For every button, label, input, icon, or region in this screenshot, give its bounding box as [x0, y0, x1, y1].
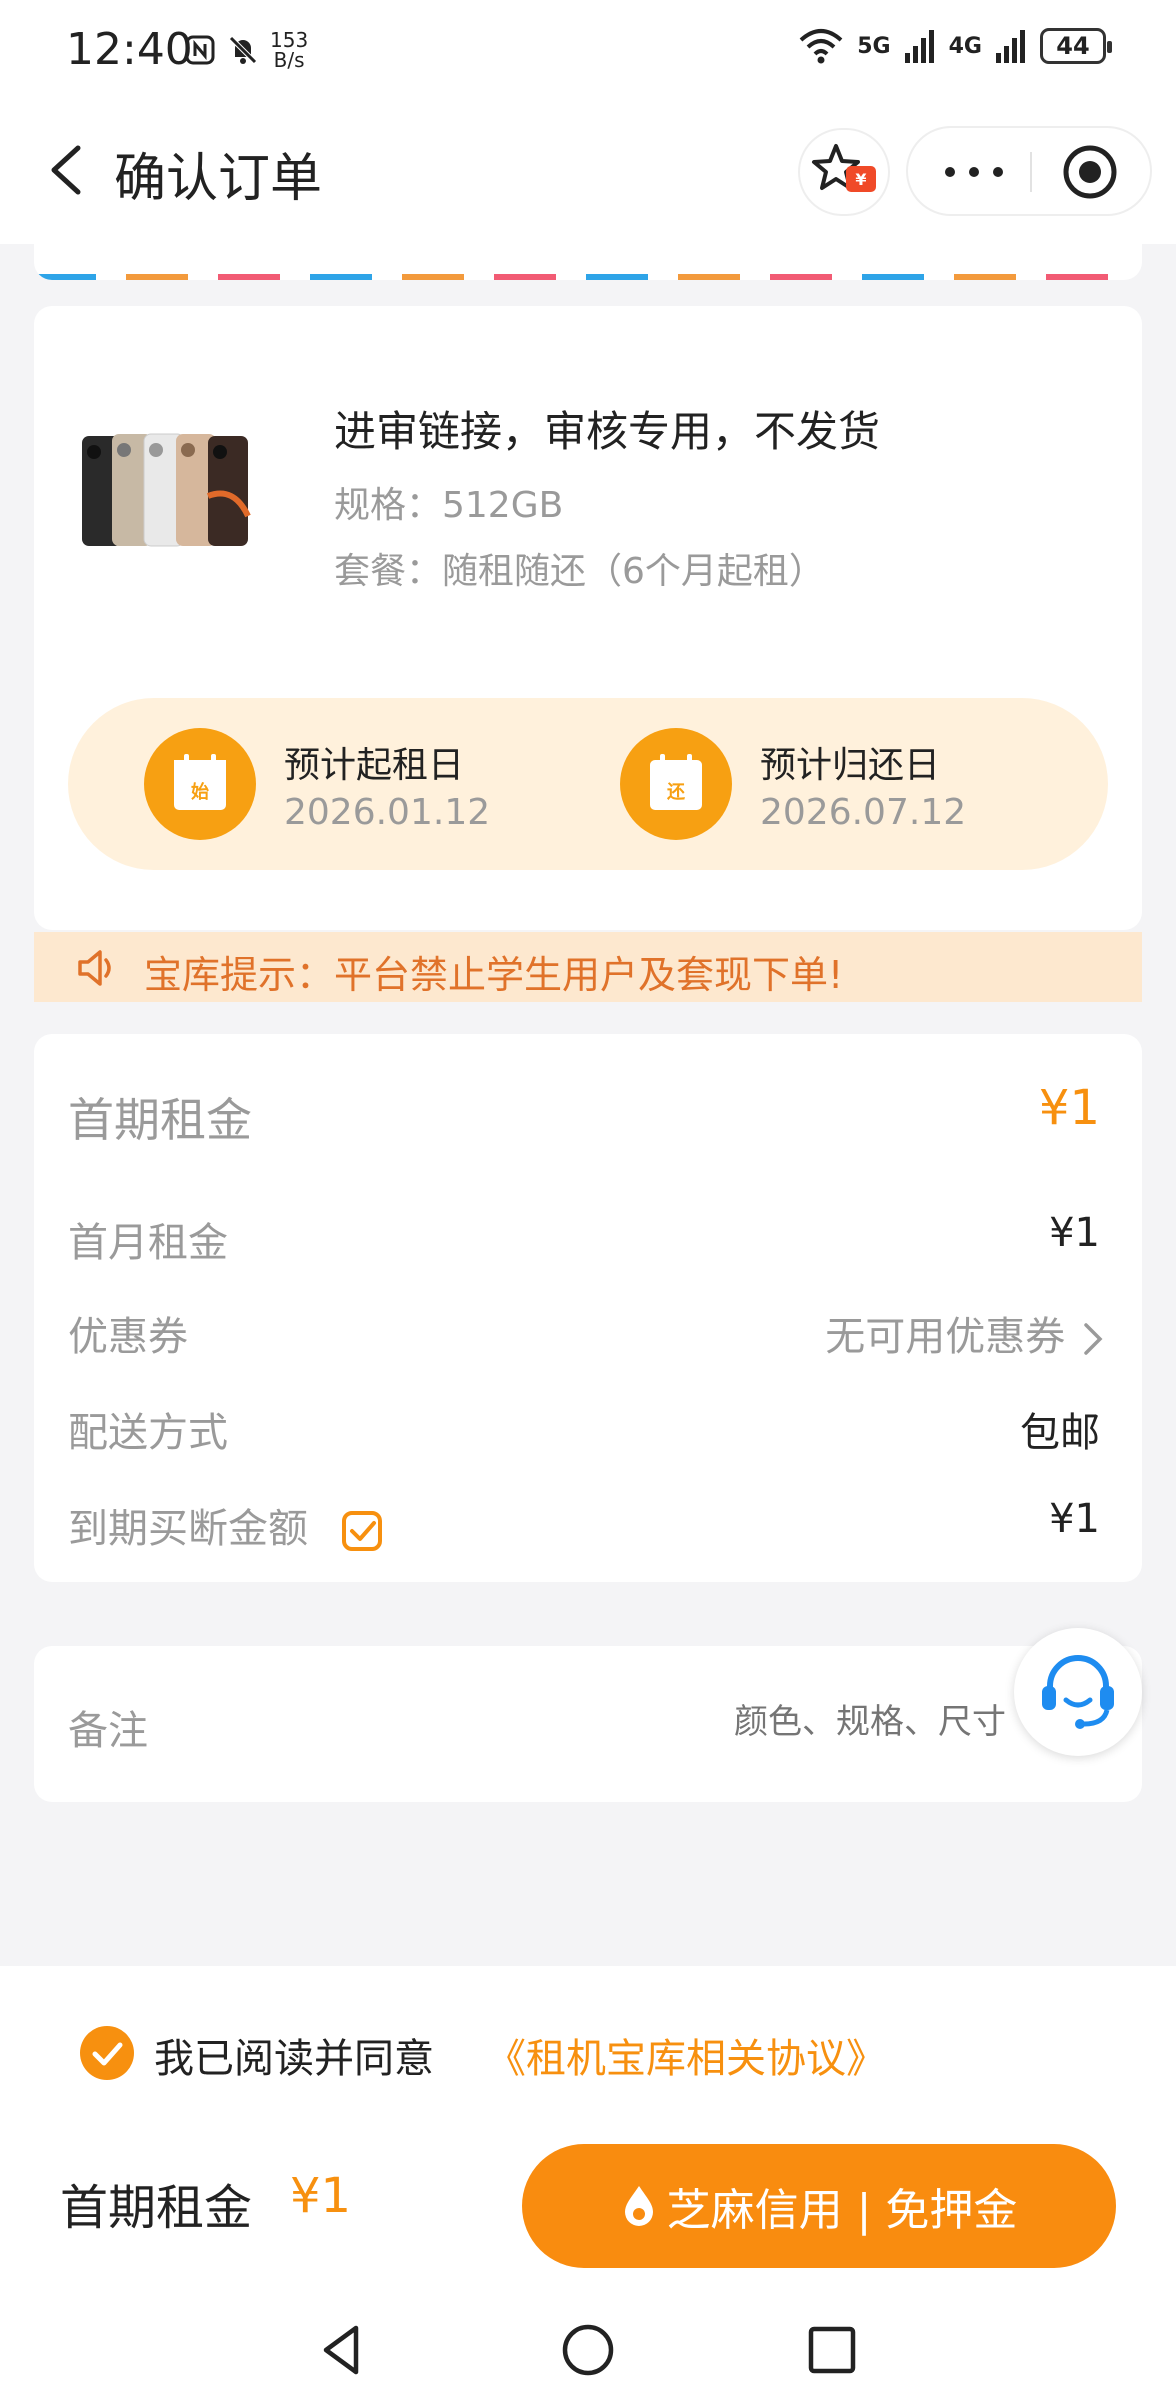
network-type-1: 5G [857, 33, 891, 59]
battery-level: 44 [1056, 32, 1090, 60]
calendar-start-icon: 始 [144, 728, 256, 840]
start-date-label: 预计起租日 [284, 745, 465, 786]
svg-text:还: 还 [666, 782, 686, 803]
zhima-flame-icon [624, 2186, 653, 2226]
end-date-value: 2026.07.12 [760, 792, 967, 833]
battery-icon: 44 [1040, 28, 1112, 64]
nfc-icon [185, 35, 215, 65]
agreement-link[interactable]: 《租机宝库相关协议》 [486, 2026, 886, 2084]
network-type-2: 4G [948, 33, 982, 59]
first-period-rent-label: 首期租金 [68, 1093, 252, 1147]
status-bar: 12:40 153 B/s 5G 4G 44 [0, 0, 1176, 100]
back-arrow-icon[interactable] [40, 140, 100, 200]
page-title: 确认订单 [114, 149, 323, 209]
coupon-value: 无可用优惠券 [825, 1304, 1108, 1362]
zhima-credit-submit-button[interactable]: 芝麻信用 | 免押金 [522, 2144, 1116, 2268]
status-right-icons: 5G 4G 44 [799, 28, 1112, 64]
buyout-label: 到期买断金额 [68, 1506, 308, 1552]
mute-bell-icon [229, 36, 257, 64]
agreement-text: 我已阅读并同意 [154, 2036, 434, 2082]
product-spec: 规格：512GB [334, 485, 564, 526]
system-back-icon[interactable] [312, 2320, 372, 2380]
capsule-divider [1030, 152, 1032, 192]
notice-text: 宝库提示：平台禁止学生用户及套现下单! [144, 953, 844, 997]
system-recents-icon[interactable] [802, 2320, 862, 2380]
checkbox-checked-icon[interactable] [341, 1510, 383, 1552]
address-card-bottom [34, 244, 1142, 280]
buyout-value: ¥1 [1049, 1496, 1100, 1542]
first-month-rent-row: 首月租金 ¥1 [68, 1210, 1108, 1270]
first-month-rent-label: 首月租金 [68, 1220, 228, 1266]
delivery-row: 配送方式 包邮 [68, 1400, 1108, 1460]
signal-icon-1 [904, 30, 934, 63]
end-date-block: 还 预计归还日 2026.07.12 [620, 728, 1020, 840]
nav-bar: 确认订单 ¥ [0, 100, 1176, 244]
calendar-return-icon: 还 [620, 728, 732, 840]
miniapp-capsule [906, 126, 1152, 216]
end-date-label: 预计归还日 [760, 745, 941, 786]
remark-card: 备注 [34, 1646, 1142, 1802]
svg-text:始: 始 [191, 781, 209, 803]
status-time: 12:40 [66, 24, 193, 75]
fav-badge-text: ¥ [855, 170, 866, 189]
wifi-icon [799, 29, 843, 64]
coupon-row[interactable]: 优惠券 无可用优惠券 [68, 1304, 1108, 1364]
submit-button-label: 芝麻信用 | 免押金 [666, 2185, 1018, 2236]
headset-icon [1042, 1655, 1114, 1729]
more-dots-icon[interactable] [934, 152, 1014, 192]
system-home-icon[interactable] [558, 2320, 618, 2380]
rental-dates: 始 预计起租日 2026.01.12 还 预计归还日 2026.07.12 [68, 698, 1108, 870]
product-title: 进审链接，审核专用，不发货 [334, 407, 881, 456]
price-details-card: 首期租金 ¥1 首月租金 ¥1 优惠券 无可用优惠券 配送方式 包邮 到期买断金… [34, 1034, 1142, 1582]
signal-icon-2 [996, 30, 1025, 63]
network-speed: 153 B/s [270, 28, 309, 72]
start-date-value: 2026.01.12 [284, 792, 491, 833]
footer-rent-price: ¥1 [290, 2168, 352, 2224]
buyout-row: 到期买断金额 ¥1 [68, 1496, 1108, 1556]
favorite-button[interactable]: ¥ [798, 128, 890, 216]
first-period-rent-row: 首期租金 ¥1 [68, 1080, 1108, 1147]
delivery-value: 包邮 [1020, 1410, 1100, 1456]
status-left-icons: 153 B/s [184, 30, 308, 70]
coupon-text: 无可用优惠券 [825, 1314, 1066, 1360]
buyout-label-wrap: 到期买断金额 [68, 1496, 383, 1554]
close-target-icon[interactable] [1060, 142, 1120, 202]
airmail-stripes [34, 274, 1142, 280]
check-icon [92, 2042, 123, 2066]
agreement-checkbox[interactable] [80, 2026, 134, 2080]
product-image [82, 433, 251, 547]
notice-bar: 宝库提示：平台禁止学生用户及套现下单! [34, 932, 1142, 1002]
start-date-block: 始 预计起租日 2026.01.12 [144, 728, 544, 840]
coupon-label: 优惠券 [68, 1314, 188, 1360]
chevron-right-icon [1084, 1323, 1103, 1355]
first-month-rent-value: ¥1 [1049, 1210, 1100, 1256]
star-icon: ¥ [812, 144, 876, 192]
footer-rent-label: 首期租金 [60, 2180, 253, 2236]
customer-service-button[interactable] [1014, 1628, 1142, 1756]
delivery-label: 配送方式 [68, 1410, 228, 1456]
system-navigation-bar [0, 2300, 1176, 2400]
product-card: 进审链接，审核专用，不发货 规格：512GB 套餐：随租随还（6个月起租） 始 … [34, 306, 1142, 930]
remark-label: 备注 [68, 1708, 148, 1754]
speaker-icon [78, 950, 111, 986]
first-period-rent-value: ¥1 [1038, 1080, 1100, 1136]
product-plan: 套餐：随租随还（6个月起租） [334, 551, 825, 592]
